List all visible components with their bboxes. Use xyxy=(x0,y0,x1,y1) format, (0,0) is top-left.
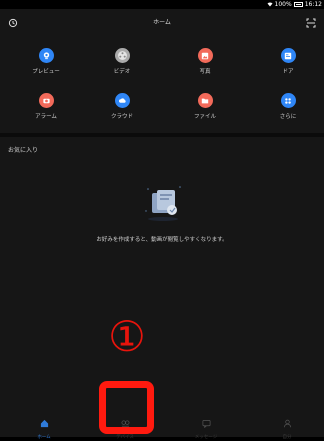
tab-label: 自分 xyxy=(282,435,292,440)
grid-item-label: プレビュー xyxy=(32,69,60,75)
preview-icon xyxy=(38,48,54,63)
scan-icon[interactable] xyxy=(306,18,316,28)
photo-icon xyxy=(197,48,213,63)
grid-item-file[interactable]: ファイル xyxy=(175,93,235,121)
highlight-box xyxy=(99,381,154,434)
empty-favorites-illustration xyxy=(145,186,181,221)
video-reel-icon xyxy=(114,48,130,63)
battery-percent: 100% xyxy=(274,1,292,8)
grid-item-label: さらに xyxy=(279,114,297,120)
message-icon xyxy=(202,419,210,429)
grid-item-more[interactable]: さらに xyxy=(258,93,318,121)
tab-label: デバイス xyxy=(116,435,134,440)
grid-item-cloud[interactable]: クラウド xyxy=(92,93,152,121)
alarm-icon xyxy=(38,93,54,108)
grid-item-photo[interactable]: 写真 xyxy=(175,48,235,76)
grid-item-label: 写真 xyxy=(199,69,211,75)
favorites-empty-message: お好みを作成すると、動画が閲覧しやすくなります。 xyxy=(96,237,228,243)
grid-item-preview[interactable]: プレビュー xyxy=(16,48,76,76)
favorites-heading: お気に入り xyxy=(8,147,39,154)
grid-item-label: ドア xyxy=(282,69,294,75)
grid-item-door[interactable]: ドア xyxy=(258,48,318,76)
annotation-number: ① xyxy=(108,312,146,361)
grid-item-video[interactable]: ビデオ xyxy=(92,48,152,76)
home-icon xyxy=(40,419,48,428)
grid-item-label: ビデオ xyxy=(113,69,131,75)
grid-item-alarm[interactable]: アラーム xyxy=(16,93,76,121)
door-icon xyxy=(280,48,296,63)
clock: 16:12 xyxy=(304,1,322,8)
page-title: ホーム xyxy=(153,19,171,26)
tab-label: メッセージ xyxy=(194,435,218,440)
top-bar: ホーム xyxy=(0,9,324,37)
folder-icon xyxy=(197,93,213,108)
profile-icon xyxy=(283,419,291,428)
cloud-icon xyxy=(114,93,130,108)
grid-item-label: クラウド xyxy=(110,114,133,120)
wifi-icon xyxy=(267,2,273,7)
grid-item-label: ファイル xyxy=(193,114,216,120)
bottom-tab-bar: ホーム デバイス メッセージ 自分 xyxy=(0,399,324,440)
tab-label: ホーム xyxy=(37,435,51,440)
battery-icon xyxy=(293,2,303,7)
favorites-section: お気に入り お好みを作成すると、動画が閲覧しやすくなります。 xyxy=(0,137,324,399)
status-bar: 100% 16:12 xyxy=(0,0,324,9)
grid-item-label: アラーム xyxy=(35,114,57,120)
more-icon xyxy=(280,93,296,108)
feature-grid: プレビュー ビデオ 写真 ドア アラーム クラウド ファイル さらに xyxy=(0,37,324,133)
